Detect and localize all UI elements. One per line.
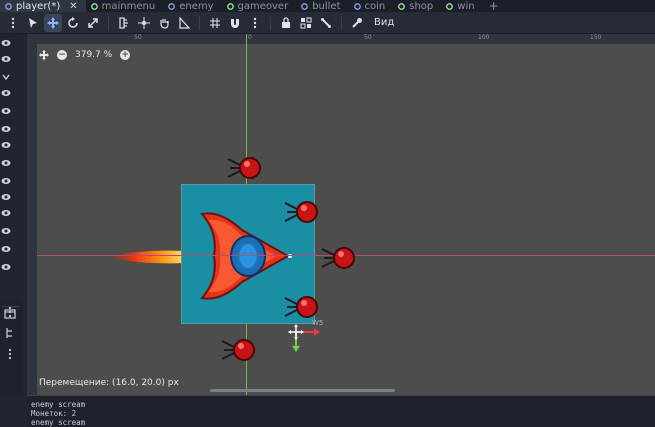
- left-dock-panel: [0, 300, 22, 395]
- ruler-mark: 50: [364, 34, 372, 41]
- lock-icon[interactable]: [277, 14, 295, 32]
- menu-dots-icon[interactable]: [4, 14, 22, 32]
- tab-mainmenu[interactable]: mainmenu: [86, 0, 164, 12]
- ruler-vertical[interactable]: [27, 34, 37, 395]
- node-tree-icon[interactable]: [4, 327, 16, 339]
- console-line: enemy scream: [31, 400, 86, 409]
- enemy-sprite[interactable]: [320, 243, 356, 273]
- snap-grid-icon[interactable]: [206, 14, 224, 32]
- enemy-sprite[interactable]: [220, 335, 256, 365]
- gizmo-label: W5: [312, 319, 324, 327]
- tab-bullet[interactable]: bullet: [296, 0, 348, 12]
- tab-enemy[interactable]: enemy: [163, 0, 221, 12]
- eye-icon[interactable]: [1, 140, 11, 150]
- tab-label: enemy: [179, 0, 214, 12]
- menu-dots-icon[interactable]: [4, 348, 16, 360]
- toolbar-separator: [199, 15, 200, 30]
- thruster-flame: [108, 250, 186, 264]
- control-icon: [446, 2, 454, 10]
- ruler-mark: 50: [134, 34, 142, 41]
- zoom-in-button[interactable]: +: [120, 50, 131, 60]
- window-icon[interactable]: [4, 308, 16, 320]
- enemy-sprite[interactable]: [226, 153, 262, 183]
- zoom-controls: − 379.7 % +: [39, 50, 131, 60]
- tab-label: bullet: [312, 0, 341, 12]
- enemy-sprite[interactable]: [283, 197, 319, 227]
- wrench-icon[interactable]: [348, 14, 366, 32]
- control-icon: [226, 2, 234, 10]
- control-icon: [398, 2, 406, 10]
- tab-label: shop: [409, 0, 434, 12]
- tab-coin[interactable]: coin: [349, 0, 394, 12]
- snap-options-icon[interactable]: [246, 14, 264, 32]
- tab-win[interactable]: win: [441, 0, 482, 12]
- add-tab-icon[interactable]: +: [483, 0, 505, 12]
- scene-tab-bar: player(*) ✕ mainmenu enemy gameover bull…: [0, 0, 655, 12]
- tab-label: win: [457, 0, 475, 12]
- tab-player[interactable]: player(*) ✕: [0, 0, 86, 12]
- horizontal-scrollbar[interactable]: [210, 389, 395, 392]
- eye-icon[interactable]: [1, 88, 11, 98]
- chevron-down-icon[interactable]: [1, 72, 11, 82]
- eye-icon[interactable]: [1, 262, 11, 272]
- eye-icon[interactable]: [1, 54, 11, 64]
- tab-label: mainmenu: [101, 0, 156, 12]
- zoom-level[interactable]: 379.7 %: [75, 50, 112, 60]
- view-menu[interactable]: Вид: [368, 17, 400, 28]
- close-icon[interactable]: ✕: [69, 1, 77, 12]
- node2d-icon: [5, 2, 12, 10]
- eye-icon[interactable]: [1, 176, 11, 186]
- toolbar-separator: [108, 15, 109, 30]
- tab-label: coin: [364, 0, 386, 12]
- bones-icon[interactable]: [317, 14, 335, 32]
- rotate-tool-icon[interactable]: [64, 14, 82, 32]
- tab-shop[interactable]: shop: [393, 0, 441, 12]
- group-icon[interactable]: [297, 14, 315, 32]
- eye-icon[interactable]: [1, 158, 11, 168]
- node2d-icon: [168, 2, 176, 10]
- zoom-out-button[interactable]: −: [57, 50, 67, 60]
- tab-label: player(*): [16, 0, 61, 12]
- console-line: Монеток: 2: [31, 409, 77, 418]
- eye-icon[interactable]: [1, 124, 11, 134]
- tab-label: gameover: [237, 0, 289, 12]
- eye-icon[interactable]: [1, 38, 11, 48]
- canvas-toolbar: Вид: [0, 12, 655, 34]
- ruler-mark: 100: [478, 34, 490, 41]
- ruler-angle-icon[interactable]: [175, 14, 193, 32]
- transform-status: Перемещение: (16.0, 20.0) px: [39, 378, 179, 388]
- eye-icon[interactable]: [1, 208, 11, 218]
- canvas-viewport[interactable]: [27, 34, 655, 395]
- tab-gameover[interactable]: gameover: [222, 0, 297, 12]
- editor-window: player(*) ✕ mainmenu enemy gameover bull…: [0, 0, 655, 427]
- center-view-icon[interactable]: [39, 50, 49, 60]
- output-console: enemy scream Монеток: 2 enemy scream: [27, 395, 655, 427]
- pan-tool-icon[interactable]: [155, 14, 173, 32]
- scale-tool-icon[interactable]: [84, 14, 102, 32]
- toolbar-separator: [341, 15, 342, 30]
- ruler-mark: 150: [590, 34, 602, 41]
- eye-icon[interactable]: [1, 244, 11, 254]
- dock-divider: [2, 306, 20, 307]
- move-tool-icon[interactable]: [44, 13, 62, 32]
- eye-icon[interactable]: [1, 226, 11, 236]
- toolbar-separator: [270, 15, 271, 30]
- node2d-icon: [353, 2, 361, 10]
- ruler-mark: 0: [248, 34, 252, 41]
- snap-magnet-icon[interactable]: [226, 14, 244, 32]
- eye-icon[interactable]: [1, 192, 11, 202]
- pivot-tool-icon[interactable]: [135, 14, 153, 32]
- eye-icon[interactable]: [1, 106, 11, 116]
- select-tool-icon[interactable]: [24, 14, 42, 32]
- ruler-horizontal[interactable]: 50 0 50 100 150: [27, 34, 655, 44]
- console-line: enemy scream: [31, 418, 86, 427]
- ruler-tool-icon[interactable]: [115, 14, 133, 32]
- node2d-icon: [301, 2, 309, 10]
- control-icon: [90, 2, 98, 10]
